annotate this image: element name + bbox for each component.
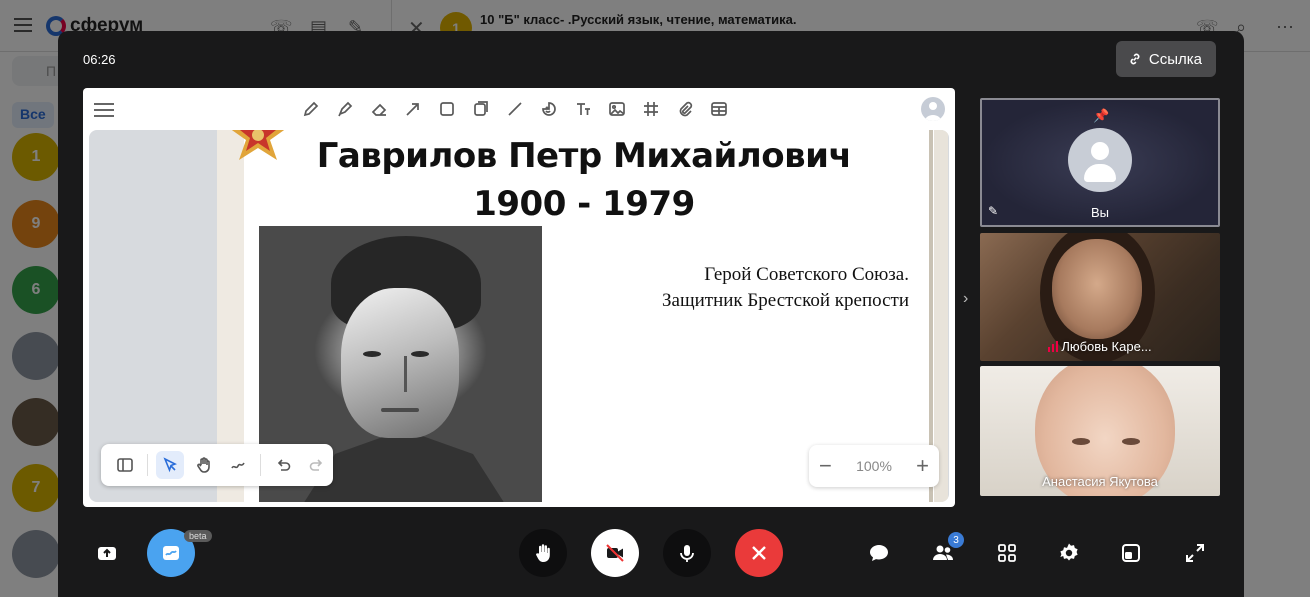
slide-subtitle-line1: Герой Советского Союза. (704, 264, 909, 285)
self-avatar (1068, 128, 1132, 192)
zoom-out-button[interactable]: − (819, 455, 832, 477)
pin-icon[interactable]: 📌 (1093, 108, 1109, 124)
grid-icon[interactable] (639, 98, 663, 120)
participants-button[interactable]: 3 (926, 532, 964, 570)
eraser-icon[interactable] (367, 98, 391, 120)
expand-icon (1186, 544, 1204, 562)
slide-subtitle-line2: Защитник Брестской крепости (662, 290, 909, 311)
video-feed (1052, 239, 1142, 339)
participant-name-row: Любовь Каре... (980, 339, 1220, 354)
beta-badge: beta (184, 530, 212, 542)
picture-in-picture-button[interactable] (1114, 536, 1148, 570)
microphone-icon (680, 545, 694, 562)
grid-layout-icon (998, 544, 1016, 562)
camera-off-button[interactable] (591, 529, 639, 577)
participant-name: Вы (1090, 205, 1109, 220)
chat-button[interactable] (862, 536, 896, 570)
raise-hand-button[interactable] (519, 529, 567, 577)
participant-name: Анастасия Якутова (1042, 474, 1158, 489)
signal-strength-icon (1048, 341, 1059, 352)
link-icon (1130, 53, 1140, 65)
participant-name: Любовь Каре... (1061, 339, 1152, 354)
share-screen-button[interactable] (90, 536, 124, 570)
copy-link-label: Ссылка (1148, 50, 1202, 68)
text-icon[interactable] (571, 98, 595, 120)
pip-icon (1122, 544, 1140, 562)
participant-tile-video[interactable]: Анастасия Якутова (980, 366, 1220, 496)
canvas-toolbar (101, 444, 333, 486)
pencil-icon[interactable] (299, 98, 323, 120)
laser-pointer-icon[interactable] (224, 451, 252, 479)
whiteboard-icon (163, 546, 179, 560)
drawing-toolbar (299, 98, 731, 120)
fullscreen-button[interactable] (1178, 536, 1212, 570)
zoom-in-button[interactable]: + (916, 455, 929, 477)
slide-title-years: 1900 - 1979 (473, 184, 695, 224)
microphone-button[interactable] (663, 529, 711, 577)
layout-grid-button[interactable] (990, 536, 1024, 570)
board-canvas[interactable]: Гаврилов Петр Михайлович 1900 - 1979 Гер… (89, 130, 949, 502)
zoom-level: 100% (856, 458, 892, 474)
chat-bubble-icon (870, 545, 888, 561)
participant-count-badge: 3 (948, 532, 964, 548)
hand-pan-icon[interactable] (190, 451, 218, 479)
participant-tile-self[interactable]: 📌 ✎ Вы (980, 98, 1220, 227)
slide-subtitle: Герой Советского Союза. Защитник Брестск… (609, 262, 909, 314)
participant-tile-video[interactable]: Любовь Каре... (980, 233, 1220, 361)
table-icon[interactable] (707, 98, 731, 120)
call-timer: 06:26 (83, 52, 116, 67)
collapse-panel-chevron-icon[interactable]: › (963, 290, 968, 308)
hand-icon (536, 544, 550, 562)
marker-icon[interactable] (333, 98, 357, 120)
sticker-icon[interactable] (537, 98, 561, 120)
copy-link-button[interactable]: Ссылка (1115, 41, 1216, 77)
end-call-button[interactable] (735, 529, 783, 577)
arrow-pen-icon[interactable] (401, 98, 425, 120)
undo-icon[interactable] (269, 451, 297, 479)
whiteboard[interactable]: Гаврилов Петр Михайлович 1900 - 1979 Гер… (83, 88, 955, 507)
redo-icon[interactable] (303, 451, 331, 479)
attach-icon[interactable] (673, 98, 697, 120)
settings-button[interactable] (1052, 536, 1086, 570)
select-cursor-icon[interactable] (156, 451, 184, 479)
shapes-icon[interactable] (469, 98, 493, 120)
slide-title-name: Гаврилов Петр Михайлович (316, 136, 852, 176)
board-menu-icon[interactable] (94, 100, 114, 118)
camera-off-icon (606, 544, 624, 562)
line-icon[interactable] (503, 98, 527, 120)
sidebar-toggle-icon[interactable] (111, 451, 139, 479)
board-user-avatar[interactable] (921, 97, 945, 121)
gear-icon (1060, 543, 1078, 561)
slide-title: Гаврилов Петр Михайлович 1900 - 1979 (244, 132, 924, 228)
upload-icon (98, 547, 116, 560)
image-icon[interactable] (605, 98, 629, 120)
close-icon (752, 546, 766, 560)
zoom-control: − 100% + (809, 445, 939, 487)
rectangle-icon[interactable] (435, 98, 459, 120)
call-window: 06:26 Ссылка Гаврилов Петр Михайлович 19… (58, 31, 1244, 597)
